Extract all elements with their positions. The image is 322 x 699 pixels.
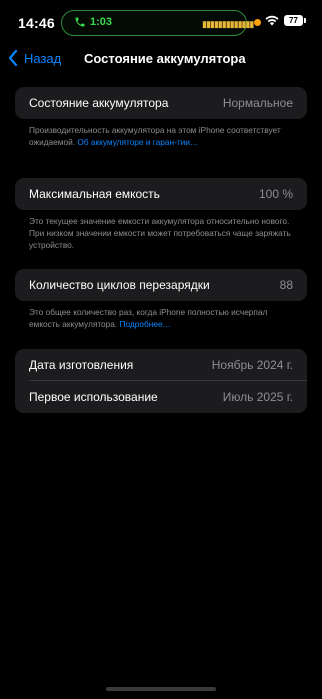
learn-more-link[interactable]: Подробнее…	[120, 319, 171, 329]
call-duration: 1:03	[90, 16, 113, 28]
dates-group: Дата изготовления Ноябрь 2024 г. Первое …	[15, 349, 307, 413]
audio-wave-icon: ▮▮▮▮▮▮▮▮▮▮▮▮▮	[202, 19, 254, 29]
first-use-label: Первое использование	[29, 390, 158, 404]
home-indicator[interactable]	[106, 687, 216, 691]
cycle-count-row: Количество циклов перезарядки 88	[15, 269, 307, 301]
battery-level: 77	[289, 16, 298, 25]
max-capacity-value: 100 %	[258, 187, 293, 201]
cycle-count-value: 88	[279, 278, 293, 292]
max-capacity-row: Максимальная емкость 100 %	[15, 178, 307, 210]
manufacture-date-label: Дата изготовления	[29, 358, 134, 372]
first-use-value: Июль 2025 г.	[222, 390, 293, 404]
navigation-bar: Назад Состояние аккумулятора	[0, 46, 322, 72]
battery-condition-row[interactable]: Состояние аккумулятора Нормальное	[15, 87, 307, 119]
manufacture-date-value: Ноябрь 2024 г.	[211, 358, 293, 372]
about-battery-warranty-link[interactable]: Об аккумуляторе и гаран-тии…	[77, 137, 198, 147]
max-capacity-footer: Это текущее значение емкости аккумулятор…	[29, 216, 291, 250]
back-label: Назад	[24, 50, 62, 66]
page-title: Состояние аккумулятора	[84, 51, 246, 66]
cycle-count-footer: Это общее количество раз, когда iPhone п…	[29, 306, 297, 330]
battery-condition-footer: Производительность аккумулятора на этом …	[29, 124, 297, 148]
wifi-icon	[265, 15, 279, 26]
battery-condition-label: Состояние аккумулятора	[29, 96, 169, 110]
privacy-indicator-dot	[254, 19, 261, 26]
battery-condition-value: Нормальное	[222, 96, 293, 110]
chevron-left-icon	[8, 50, 18, 66]
status-bar: 14:46 1:03 ▮▮▮▮▮▮▮▮▮▮▮▮▮ 77	[0, 0, 322, 46]
max-capacity-group: Максимальная емкость 100 %	[15, 178, 307, 210]
active-call-indicator[interactable]: 1:03 ▮▮▮▮▮▮▮▮▮▮▮▮▮	[61, 10, 254, 36]
battery-cap	[304, 18, 306, 23]
cycle-count-group: Количество циклов перезарядки 88	[15, 269, 307, 301]
first-use-row: Первое использование Июль 2025 г.	[15, 381, 307, 413]
cycle-count-label: Количество циклов перезарядки	[29, 278, 210, 292]
status-time: 14:46	[18, 15, 55, 31]
manufacture-date-row: Дата изготовления Ноябрь 2024 г.	[15, 349, 307, 381]
back-button[interactable]: Назад	[8, 50, 61, 66]
max-capacity-label: Максимальная емкость	[29, 187, 160, 201]
phone-icon	[75, 17, 85, 27]
battery-icon: 77	[284, 15, 303, 26]
battery-condition-group: Состояние аккумулятора Нормальное	[15, 87, 307, 119]
